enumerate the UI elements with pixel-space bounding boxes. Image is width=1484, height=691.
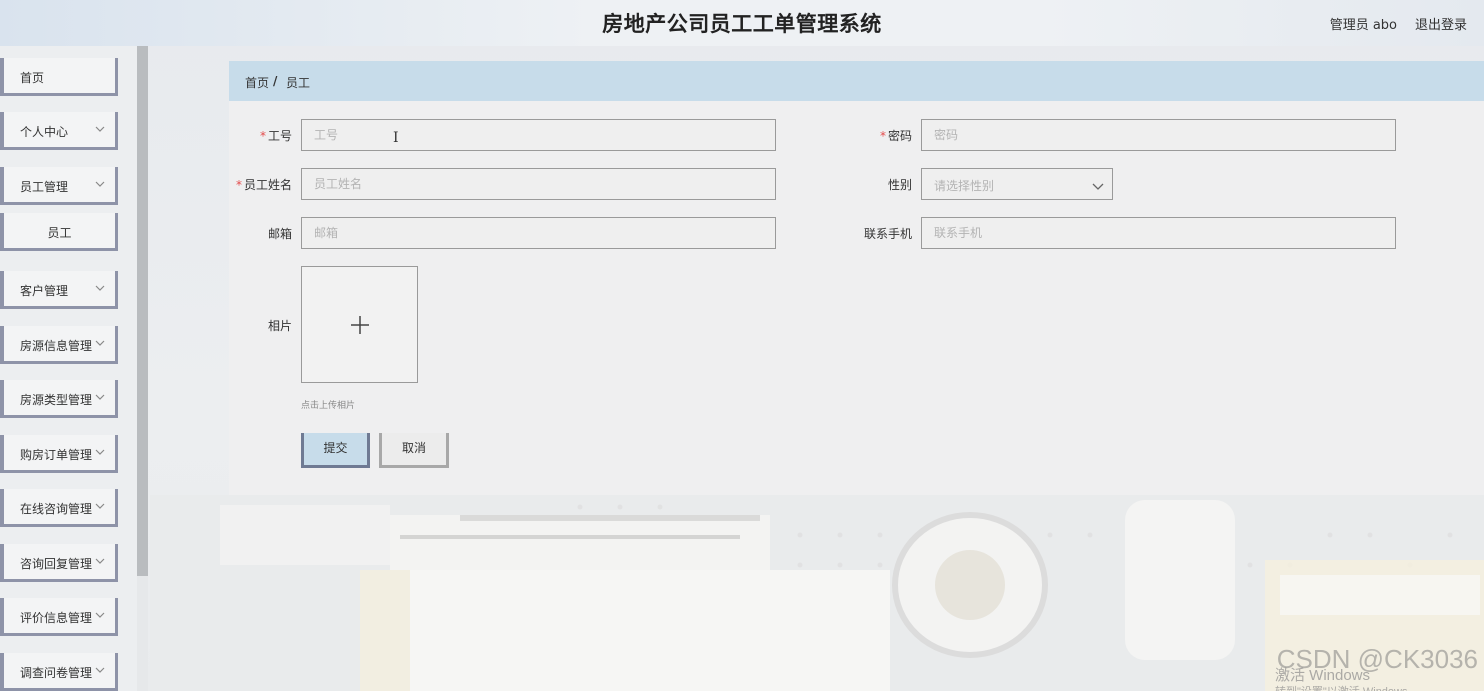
chevron-down-icon [95, 126, 105, 132]
chevron-down-icon [1092, 183, 1104, 190]
app-title: 房地产公司员工工单管理系统 [602, 12, 882, 36]
photo-label: 相片 [267, 319, 292, 333]
sidebar-item-label: 首页 [20, 71, 45, 85]
sidebar-item-label: 评价信息管理 [20, 611, 93, 625]
plus-icon [351, 316, 369, 334]
sidebar-item-consultation-reply-management[interactable]: 咨询回复管理 [0, 544, 118, 582]
top-header: 房地产公司员工工单管理系统 管理员 abo 退出登录 [0, 0, 1484, 46]
required-mark: * [879, 129, 886, 143]
email-input[interactable] [301, 217, 776, 249]
sidebar-item-survey-management[interactable]: 调查问卷管理 [0, 653, 118, 691]
sidebar-item-purchase-order-management[interactable]: 购房订单管理 [0, 435, 118, 473]
sidebar-item-label: 员工管理 [20, 180, 69, 194]
logout-link[interactable]: 退出登录 [1415, 14, 1467, 33]
main-panel: 首页 / 员工 *工号 I *密码 *员工姓名 性别 请选择性别 邮箱 联系手机 [229, 61, 1484, 495]
sidebar-item-review-management[interactable]: 评价信息管理 [0, 598, 118, 636]
phone-input[interactable] [921, 217, 1396, 249]
sidebar-item-label: 咨询回复管理 [20, 557, 93, 571]
sidebar-item-personal-center[interactable]: 个人中心 [0, 112, 118, 150]
chevron-down-icon [95, 394, 105, 400]
breadcrumb-current: 员工 [286, 76, 311, 90]
required-mark: * [235, 178, 242, 192]
chevron-down-icon [95, 181, 105, 187]
sidebar: 首页 个人中心 员工管理 员工 客户管理 房源信息管理 房源类型管理 购房订单管… [0, 46, 148, 691]
employee-name-input[interactable] [301, 168, 776, 200]
photo-upload[interactable] [301, 266, 418, 383]
sidebar-item-customer-management[interactable]: 客户管理 [0, 271, 118, 309]
phone-label: 联系手机 [863, 227, 912, 241]
sidebar-item-label: 房源类型管理 [20, 393, 93, 407]
employee-no-label: * 工号 [259, 129, 292, 143]
breadcrumb: 首页 / 员工 [229, 61, 1484, 101]
chevron-down-icon [95, 503, 105, 509]
password-input[interactable] [921, 119, 1396, 151]
upload-tip: 点击上传相片 [301, 401, 356, 411]
sidebar-item-online-consultation-management[interactable]: 在线咨询管理 [0, 489, 118, 527]
sidebar-item-label: 员工 [47, 226, 72, 240]
sidebar-item-label: 个人中心 [20, 125, 69, 139]
sidebar-item-property-info-management[interactable]: 房源信息管理 [0, 326, 118, 364]
sidebar-item-label: 房源信息管理 [20, 339, 93, 353]
breadcrumb-home[interactable]: 首页 [245, 74, 269, 91]
email-label: 邮箱 [267, 227, 292, 241]
required-mark: * [259, 129, 266, 143]
sidebar-item-label: 调查问卷管理 [20, 666, 93, 680]
submit-button[interactable]: 提交 [301, 433, 370, 468]
sidebar-scrollbar-thumb[interactable] [137, 46, 148, 576]
chevron-down-icon [95, 667, 105, 673]
sidebar-item-property-type-management[interactable]: 房源类型管理 [0, 380, 118, 418]
sidebar-item-home[interactable]: 首页 [0, 58, 118, 96]
password-label: * 密码 [879, 129, 912, 143]
app-page: 房地产公司员工工单管理系统 管理员 abo 退出登录 首页 个人中心 员工管理 … [0, 0, 1484, 691]
csdn-watermark: CSDN @CK3036 [1276, 644, 1478, 674]
gender-select-placeholder: 请选择性别 [934, 179, 995, 193]
sidebar-item-employee-management[interactable]: 员工管理 [0, 167, 118, 205]
breadcrumb-separator: / [273, 74, 278, 88]
chevron-down-icon [95, 340, 105, 346]
sidebar-subitem-employee[interactable]: 员工 [0, 213, 118, 251]
sidebar-item-label: 客户管理 [20, 284, 69, 298]
employee-no-input[interactable] [301, 119, 776, 151]
chevron-down-icon [95, 612, 105, 618]
chevron-down-icon [95, 449, 105, 455]
activate-windows-hint: 转到"设置"以激活 Windows。 [1275, 683, 1419, 691]
sidebar-item-label: 在线咨询管理 [20, 502, 93, 516]
text-cursor-icon: I [393, 130, 399, 146]
chevron-down-icon [95, 285, 105, 291]
cancel-button[interactable]: 取消 [379, 433, 449, 468]
gender-label: 性别 [887, 178, 912, 192]
sidebar-item-label: 购房订单管理 [20, 448, 93, 462]
employee-name-label: * 员工姓名 [235, 178, 292, 192]
chevron-down-icon [95, 558, 105, 564]
gender-select[interactable]: 请选择性别 [921, 168, 1113, 200]
current-user: 管理员 abo [1329, 18, 1397, 33]
